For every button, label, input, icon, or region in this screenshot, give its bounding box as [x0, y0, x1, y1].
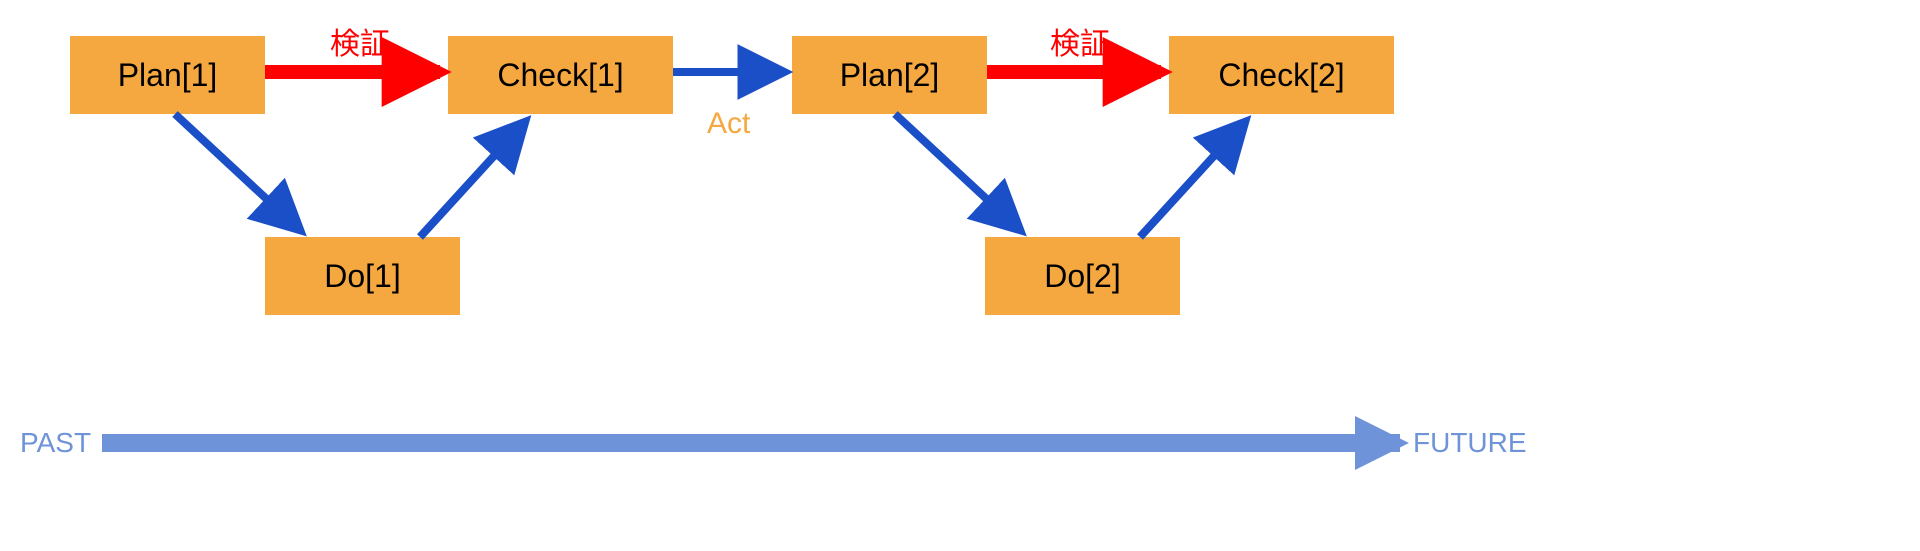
- node-label: Check[2]: [1218, 57, 1344, 94]
- node-check-2: Check[2]: [1169, 36, 1394, 114]
- arrow-do2-check2: [1140, 122, 1245, 237]
- edge-label-act: Act: [707, 107, 750, 141]
- node-check-1: Check[1]: [448, 36, 673, 114]
- timeline-past: PAST: [20, 427, 91, 459]
- node-label: Do[2]: [1044, 258, 1120, 295]
- node-do-2: Do[2]: [985, 237, 1180, 315]
- arrow-plan1-do1: [175, 114, 300, 230]
- edge-label-verify-1: 検証: [330, 19, 390, 63]
- node-label: Do[1]: [324, 258, 400, 295]
- node-plan-1: Plan[1]: [70, 36, 265, 114]
- node-plan-2: Plan[2]: [792, 36, 987, 114]
- arrow-do1-check1: [420, 122, 525, 237]
- edge-label-verify-2: 検証: [1050, 19, 1110, 63]
- node-label: Plan[1]: [118, 57, 218, 94]
- arrow-plan2-do2: [895, 114, 1020, 230]
- timeline-future: FUTURE: [1413, 427, 1527, 459]
- node-label: Plan[2]: [840, 57, 940, 94]
- node-do-1: Do[1]: [265, 237, 460, 315]
- node-label: Check[1]: [497, 57, 623, 94]
